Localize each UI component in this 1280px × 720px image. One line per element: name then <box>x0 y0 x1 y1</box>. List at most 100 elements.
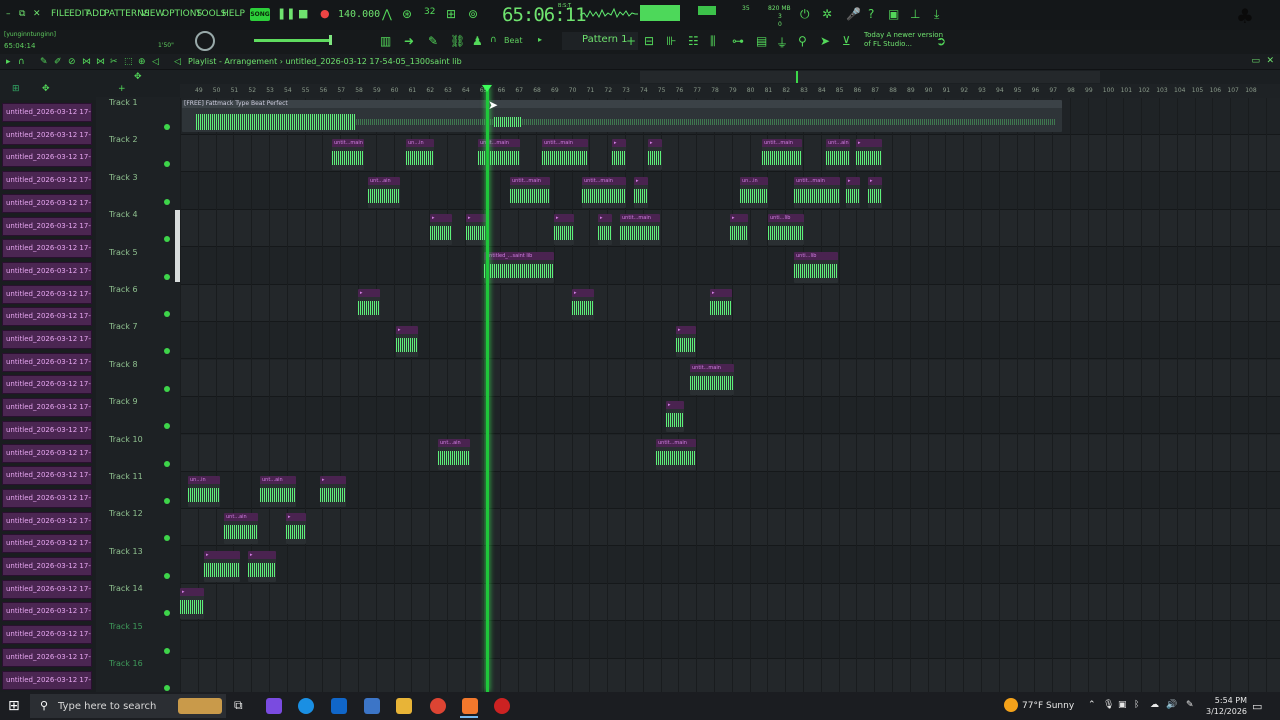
track-name[interactable]: Track 2 <box>109 135 138 144</box>
speaker-icon[interactable]: ◁ <box>174 57 181 67</box>
audio-clip[interactable]: un...in <box>406 139 434 171</box>
minimize-icon[interactable]: – <box>6 9 11 19</box>
wait-icon[interactable]: ⊛ <box>402 7 412 21</box>
maximize-icon[interactable]: ▭ <box>1251 56 1260 66</box>
audio-clip[interactable]: unti...lib <box>768 214 804 246</box>
clip-label[interactable]: ▸ <box>730 214 748 223</box>
track-mute-led[interactable] <box>164 647 170 654</box>
audio-clip[interactable]: ▸ <box>554 214 574 246</box>
stop-icon[interactable]: ■ <box>298 7 308 20</box>
clip-label[interactable]: ▸ <box>612 139 626 148</box>
track-name[interactable]: Track 11 <box>109 472 143 481</box>
delete-icon[interactable]: ⊘ <box>68 57 76 67</box>
track-mute-led[interactable] <box>164 198 170 205</box>
tray-chevron-icon[interactable]: ⌃ <box>1088 700 1096 710</box>
panic-icon[interactable]: ⏻ <box>800 7 810 22</box>
pattern-item[interactable]: untitled_2026-03-12 17-... <box>2 579 92 599</box>
audio-clip[interactable]: ▸ <box>572 289 594 320</box>
audio-clip[interactable]: un...in <box>740 176 768 208</box>
playlist-close-icon[interactable]: ✕ <box>1266 56 1274 66</box>
pattern-item[interactable]: untitled_2026-03-12 17-... <box>2 352 92 372</box>
countdown-icon[interactable]: 32 <box>424 7 435 17</box>
track-name[interactable]: Track 10 <box>109 435 143 444</box>
track-mute-led[interactable] <box>164 385 170 392</box>
clip-label[interactable]: ▸ <box>666 401 684 410</box>
menu-help[interactable]: HELP <box>222 9 245 19</box>
clip-label[interactable]: ▸ <box>846 176 860 185</box>
pattern-item[interactable]: untitled_2026-03-12 17-... <box>2 488 92 508</box>
zoom-icon[interactable]: ⊕ <box>138 57 146 67</box>
track-mute-led[interactable] <box>164 460 170 467</box>
search-placeholder[interactable]: Type here to search <box>58 701 156 712</box>
pattern-item[interactable]: untitled_2026-03-12 17-... <box>2 443 92 463</box>
track-name[interactable]: Track 3 <box>109 173 138 182</box>
pen-icon[interactable]: ✎ <box>1186 700 1194 710</box>
mute-icon[interactable]: ⋈ <box>82 57 91 67</box>
add-track-icon[interactable]: + <box>118 84 126 94</box>
track-row[interactable] <box>180 547 1280 584</box>
copilot-icon[interactable] <box>266 698 282 714</box>
track-mute-led[interactable] <box>164 685 170 691</box>
outlook-icon[interactable] <box>331 698 347 714</box>
volume-icon[interactable]: 🔊 <box>1166 700 1177 710</box>
add-pattern-icon[interactable]: + <box>626 34 636 48</box>
audio-clip[interactable]: un...in <box>188 476 220 507</box>
pattern-item[interactable]: untitled_2026-03-12 17-... <box>2 534 92 554</box>
pattern-item[interactable]: untitled_2026-03-12 17-... <box>2 420 92 440</box>
move-icon[interactable]: ✥ <box>134 72 142 82</box>
song-mode-badge[interactable]: SONG <box>250 8 270 21</box>
link-icon[interactable]: ✲ <box>822 7 832 21</box>
audio-clip[interactable]: untit...main <box>690 363 734 395</box>
audio-clip[interactable]: ▸ <box>710 289 732 320</box>
track-name[interactable]: Track 12 <box>109 509 143 518</box>
clip-label[interactable]: unt...ain <box>260 476 296 484</box>
bluetooth-icon[interactable]: ᛒ <box>1134 700 1139 710</box>
master-pitch-slider[interactable] <box>254 39 330 42</box>
audio-clip[interactable]: untit...main <box>542 139 588 171</box>
audio-clip[interactable]: untit...main <box>478 139 520 171</box>
pattern-item[interactable]: untitled_2026-03-12 17-... <box>2 239 92 259</box>
audio-clip[interactable]: unt...ain <box>826 139 850 171</box>
clip-label[interactable]: ▸ <box>396 326 418 335</box>
audio-clip[interactable]: ▸ <box>598 214 612 246</box>
audio-clip[interactable]: untitled_...saint lib <box>484 251 554 283</box>
clip-label[interactable]: un...in <box>740 176 768 185</box>
clip-label[interactable]: ▸ <box>286 513 306 522</box>
track-name[interactable]: Track 5 <box>109 248 138 257</box>
file-explorer-icon[interactable] <box>396 698 412 714</box>
tune-icon[interactable]: ⚲ <box>798 34 807 48</box>
audio-clip[interactable]: ▸ <box>856 139 882 171</box>
pattern-item[interactable]: untitled_2026-03-12 17-... <box>2 625 92 645</box>
step-icon[interactable]: ⊞ <box>446 7 456 21</box>
audio-clip-main-beat[interactable]: [FREE] Fattmack Type Beat Perfect <box>182 100 1062 132</box>
restore-icon[interactable]: ⧉ <box>19 9 25 19</box>
pencil-icon[interactable]: ✎ <box>428 34 438 48</box>
clip-label[interactable]: ▸ <box>320 476 346 484</box>
audio-clip[interactable]: ▸ <box>248 550 276 582</box>
audio-clip[interactable]: ▸ <box>396 326 418 358</box>
audio-clip[interactable]: ▸ <box>666 401 684 433</box>
pattern-item[interactable]: untitled_2026-03-12 17-... <box>2 670 92 690</box>
clip-label[interactable]: un...in <box>406 139 434 148</box>
edge-icon[interactable] <box>298 698 314 714</box>
audio-clip[interactable]: ▸ <box>634 176 648 208</box>
tempo-display[interactable]: 140.000 <box>338 9 380 20</box>
magnet-icon[interactable]: ∩ <box>490 35 497 45</box>
audio-clip[interactable]: ▸ <box>180 588 204 620</box>
audio-clip[interactable]: ▸ <box>868 176 882 208</box>
clip-label[interactable]: ▸ <box>358 289 380 297</box>
mic-tray-icon[interactable]: 🎙 <box>1103 700 1114 710</box>
pattern-item[interactable]: untitled_2026-03-12 17-... <box>2 375 92 395</box>
menu-file[interactable]: FILE <box>51 9 70 19</box>
clip-label[interactable]: unt...ain <box>438 438 470 447</box>
snap-arrow-icon[interactable]: ▸ <box>538 35 542 44</box>
audio-clip[interactable]: ▸ <box>358 289 380 320</box>
pattern-item[interactable]: untitled_2026-03-12 17-... <box>2 103 92 122</box>
snap-select[interactable]: Beat <box>504 36 522 45</box>
track-row[interactable] <box>180 248 1280 285</box>
slider-thumb[interactable] <box>329 35 332 45</box>
clip-label[interactable]: ▸ <box>572 289 594 297</box>
track-name[interactable]: Track 6 <box>109 285 138 294</box>
chrome-icon[interactable] <box>430 698 446 714</box>
playhead-marker[interactable] <box>482 85 492 92</box>
